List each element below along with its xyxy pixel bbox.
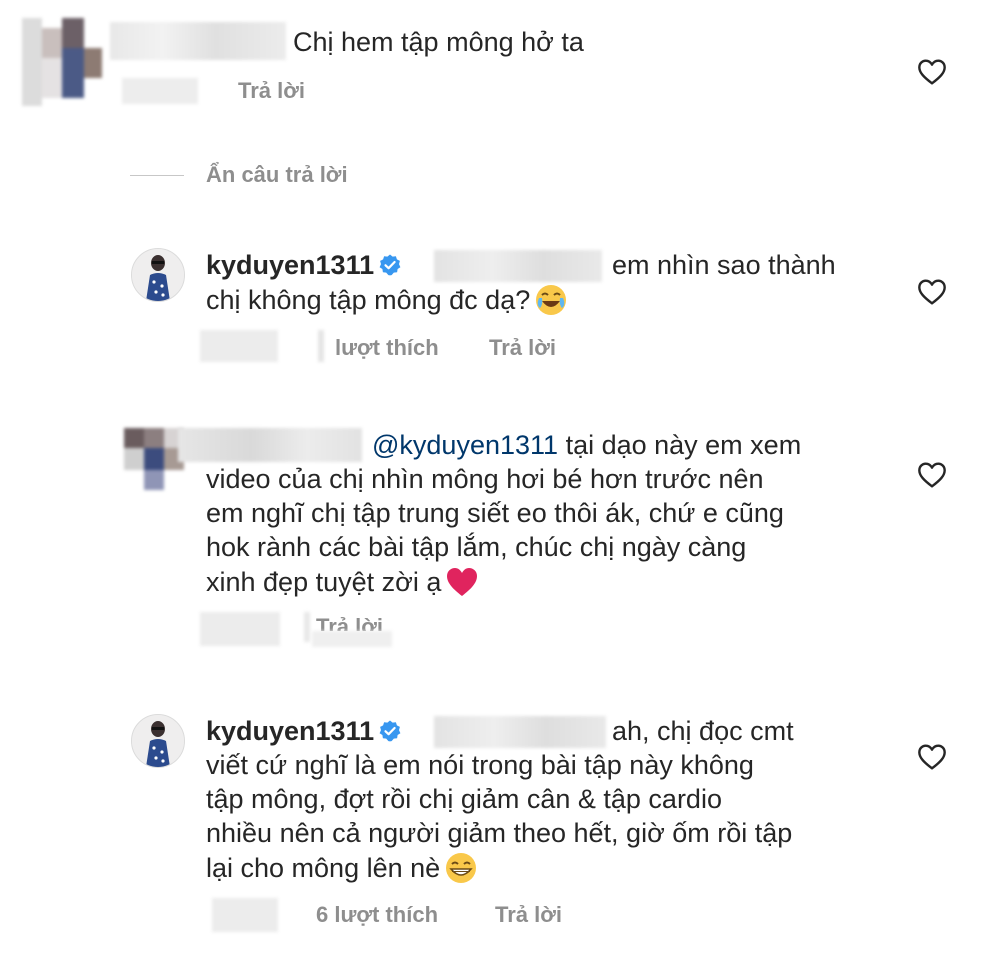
reply-line-1: kyduyen1311	[206, 249, 402, 282]
username[interactable]: kyduyen1311	[206, 716, 374, 746]
reply-text: tập mông, đợt rồi chị giảm cân & tập car…	[206, 784, 722, 814]
blurred-timestamp	[212, 898, 278, 932]
reply-text-line: chị không tập mông đc dạ?	[206, 285, 531, 315]
blurred-avatar	[22, 18, 102, 106]
reply-text: viết cứ nghĩ là em nói trong bài tập này…	[206, 750, 754, 780]
reply-line-1: kyduyen1311	[206, 715, 402, 748]
blurred-reply-overlay	[312, 631, 392, 647]
reply-text-line: lại cho mông lên nè	[206, 853, 441, 883]
red-heart-emoji	[447, 568, 478, 596]
blurred-timestamp	[122, 78, 198, 104]
reply-text: xinh đẹp tuyệt zời ạ	[206, 565, 479, 599]
verified-badge-icon	[379, 254, 401, 276]
reply-text-line: tại dạo này em xem	[565, 430, 802, 460]
heart-icon[interactable]	[916, 741, 948, 773]
blurred-mention	[434, 716, 606, 748]
reply-text: ah, chị đọc cmt	[612, 716, 794, 746]
verified-badge-icon	[379, 720, 401, 742]
blurred-username	[178, 428, 362, 462]
blurred-avatar	[124, 428, 184, 490]
blurred-mention	[434, 250, 602, 282]
laughing-emoji	[536, 285, 567, 315]
reply-text: nhiều nên cả người giảm theo hết, giờ ốm…	[206, 818, 793, 848]
reply-text-line: xinh đẹp tuyệt zời ạ	[206, 567, 442, 597]
comment-text: Chị hem tập mông hở ta	[293, 27, 584, 57]
hide-replies-button[interactable]: Ẩn câu trả lời	[206, 162, 348, 188]
likes-count[interactable]: lượt thích	[335, 335, 439, 361]
blurred-separator	[318, 330, 324, 362]
avatar[interactable]	[131, 248, 185, 302]
heart-icon[interactable]	[916, 56, 948, 88]
reply-text: lại cho mông lên nè	[206, 851, 478, 885]
reply-button[interactable]: Trả lời	[495, 902, 562, 928]
reply-text: hok rành các bài tập lắm, chúc chị ngày …	[206, 532, 747, 562]
reply-button[interactable]: Trả lời	[489, 335, 556, 361]
reply-text: chị không tập mông đc dạ?	[206, 283, 568, 317]
grinning-emoji	[446, 853, 477, 883]
reply-text: em nhìn sao thành	[612, 250, 836, 280]
reply-text: video của chị nhìn mông hơi bé hơn trước…	[206, 464, 764, 494]
blurred-timestamp	[200, 330, 278, 362]
mention-link[interactable]: @kyduyen1311	[372, 430, 558, 460]
reply-button[interactable]: Trả lời	[316, 614, 383, 631]
heart-icon[interactable]	[916, 459, 948, 491]
blurred-username	[110, 22, 286, 60]
hide-replies-line	[130, 175, 184, 176]
heart-icon[interactable]	[916, 276, 948, 308]
reply-text: em nghĩ chị tập trung siết eo thôi ák, c…	[206, 498, 784, 528]
avatar[interactable]	[131, 714, 185, 768]
username[interactable]: kyduyen1311	[206, 250, 374, 280]
blurred-separator	[304, 612, 310, 642]
likes-count[interactable]: 6 lượt thích	[316, 902, 438, 928]
blurred-timestamp	[200, 612, 280, 646]
reply-text: @kyduyen1311 tại dạo này em xem	[372, 429, 801, 462]
reply-button[interactable]: Trả lời	[238, 78, 305, 104]
